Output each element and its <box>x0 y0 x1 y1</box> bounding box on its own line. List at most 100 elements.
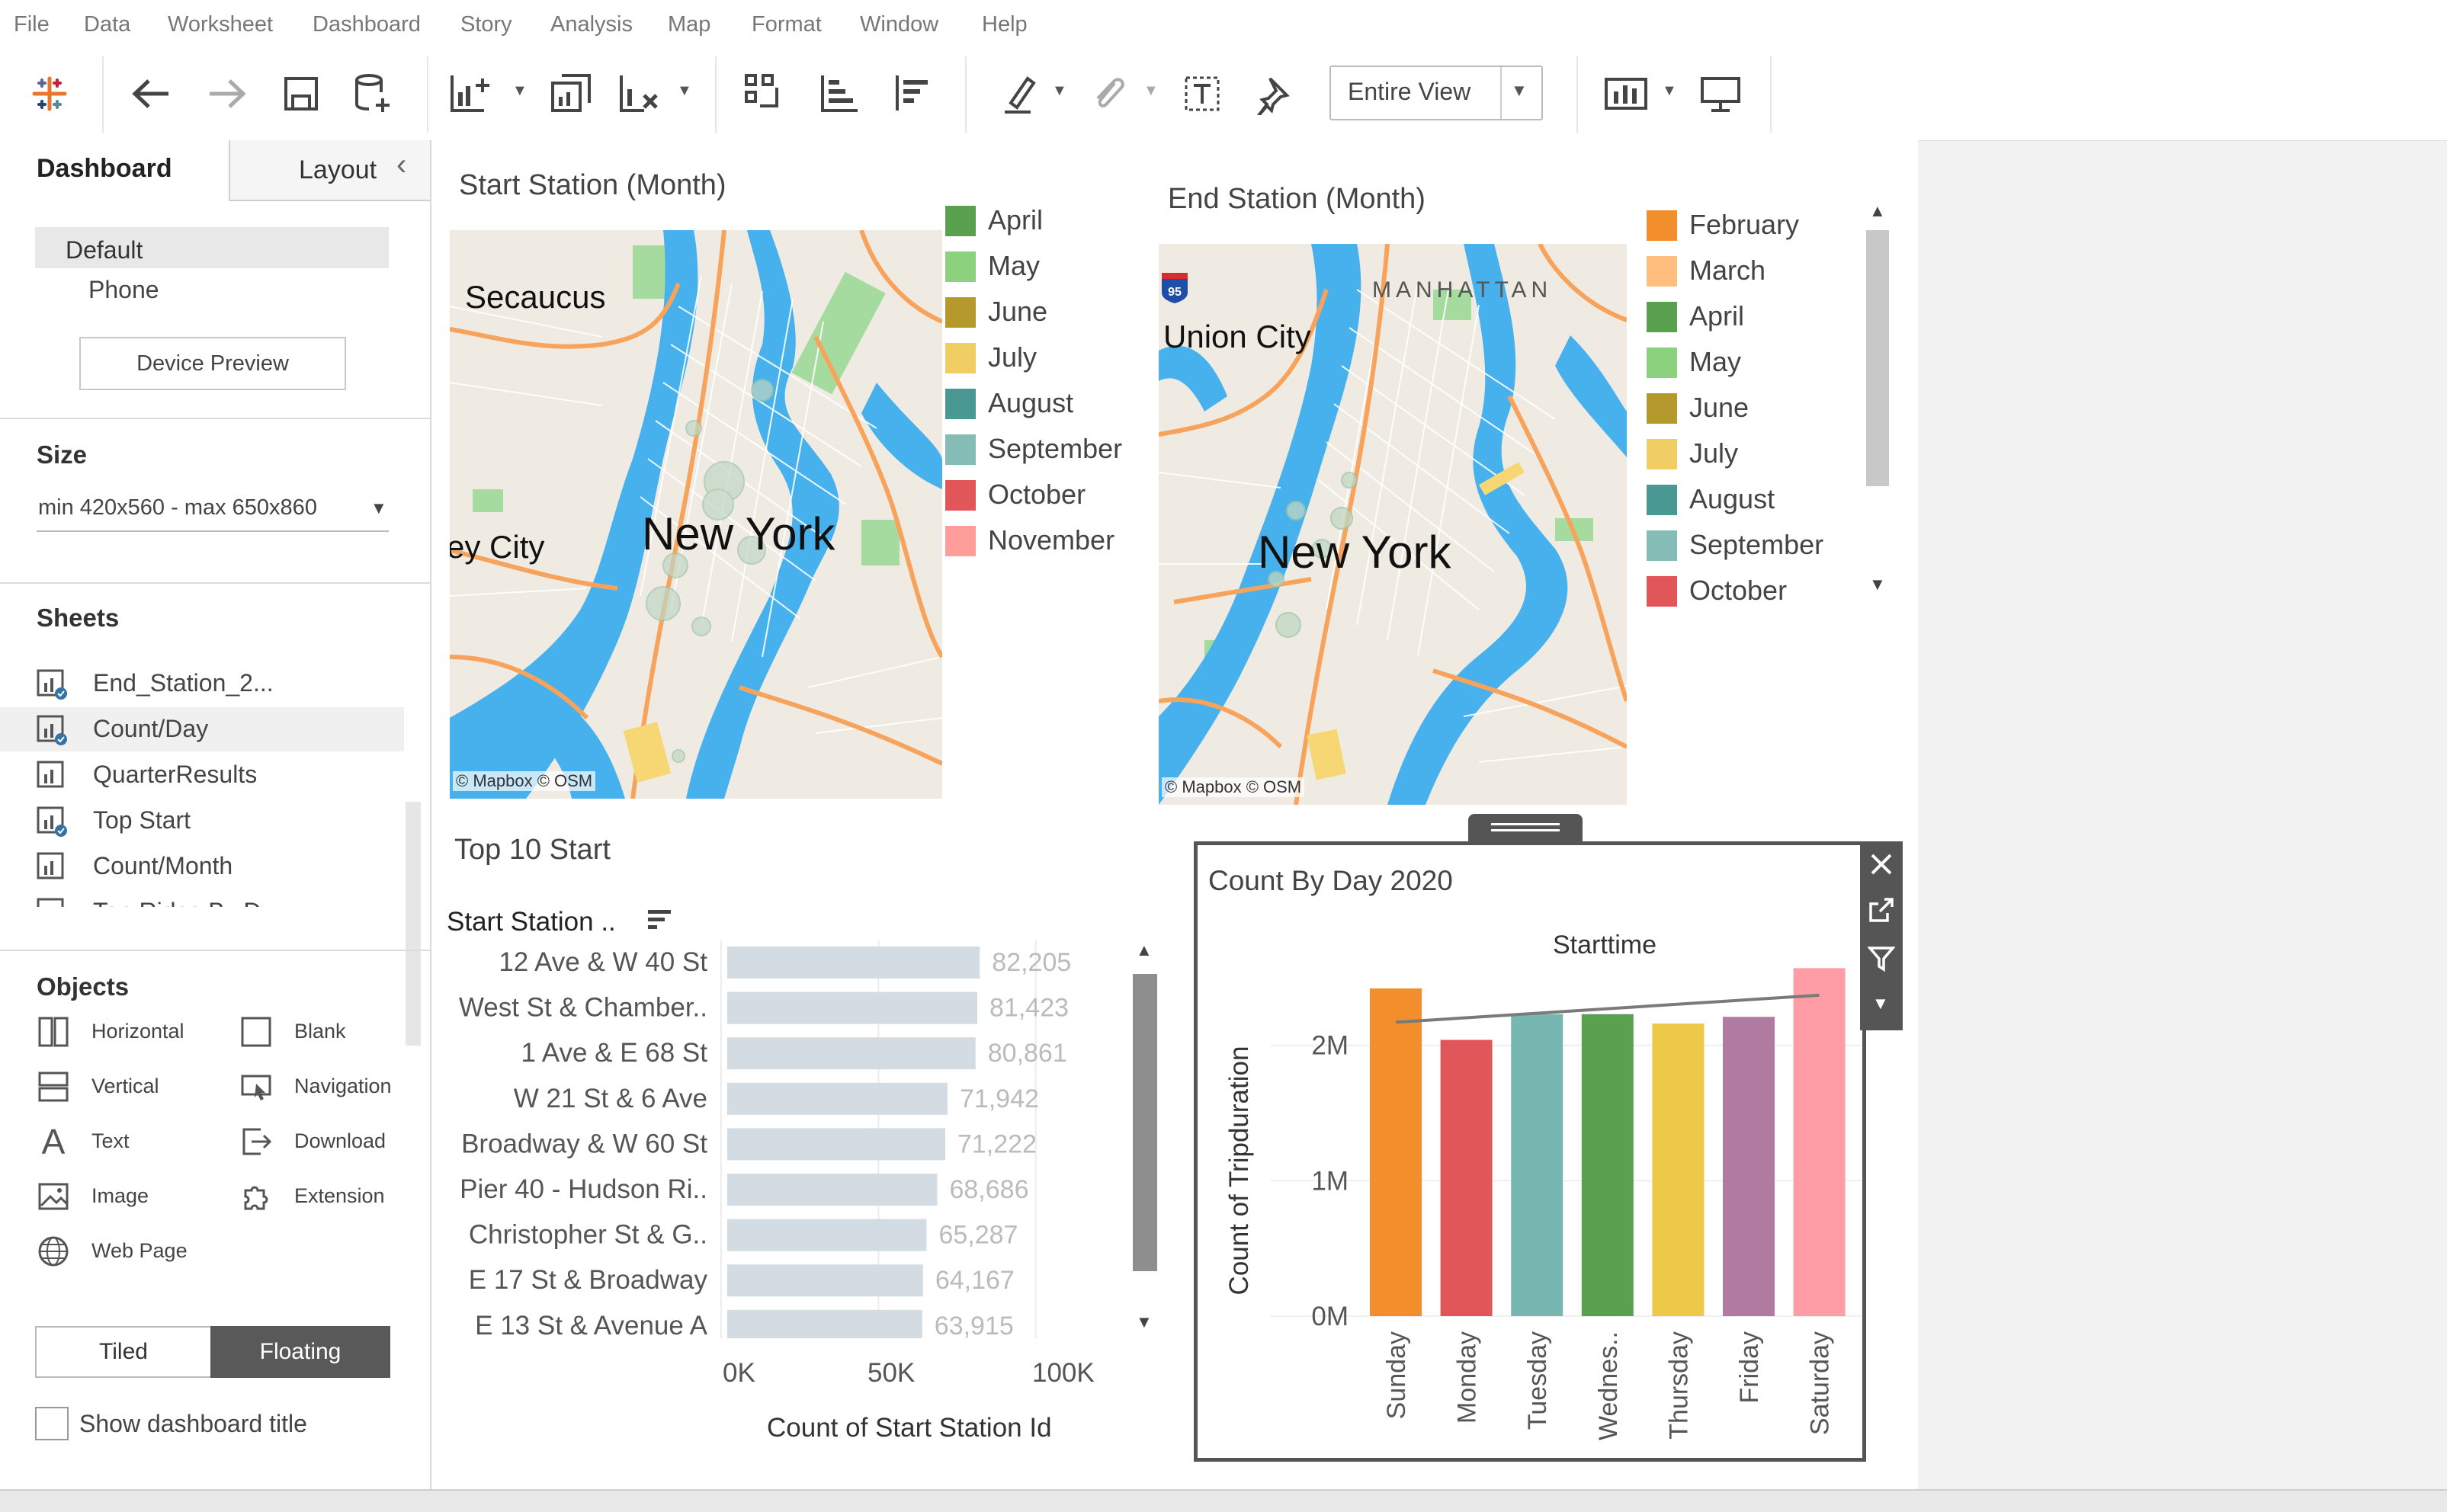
scroll-up-icon[interactable]: ▲ <box>1869 201 1886 221</box>
device-phone[interactable]: Phone <box>88 276 159 304</box>
toolbar: ▼ ▼ ▼ ▼ Entire View ▼ ▼ <box>0 49 2447 141</box>
bar <box>727 1128 945 1161</box>
object-label: Image <box>91 1184 149 1207</box>
top-start-scrollbar[interactable]: ▲ ▼ <box>1130 940 1160 1337</box>
sheet-item[interactable]: Count/Day <box>0 707 404 751</box>
clear-dropdown-icon[interactable]: ▼ <box>677 82 692 100</box>
legend-swatch <box>1647 530 1677 561</box>
object-blank[interactable]: Blank <box>239 1012 415 1050</box>
more-options-icon[interactable]: ▼ <box>1872 994 1889 1014</box>
start-station-map[interactable]: Secaucus New York ey City © Mapbox © OSM <box>450 230 942 799</box>
fit-dropdown[interactable]: Entire View ▼ <box>1329 66 1543 120</box>
object-vertical[interactable]: Vertical <box>37 1067 212 1105</box>
legend-swatch <box>945 480 976 511</box>
show-me-dropdown-icon[interactable]: ▼ <box>1662 82 1677 100</box>
back-arrow-icon[interactable] <box>125 66 178 122</box>
menu-window[interactable]: Window <box>860 12 938 37</box>
count-by-day-zone[interactable]: Count By Day 2020 Starttime 0M 1M 2M Count … <box>1194 841 1866 1462</box>
sheets-scrollbar[interactable] <box>406 802 421 1046</box>
highlight-dropdown-icon[interactable]: ▼ <box>1052 82 1067 100</box>
sheet-label: Top Start <box>93 806 191 834</box>
legend-scrollbar[interactable]: ▲ ▼ <box>1863 200 1892 604</box>
clear-sheet-icon[interactable] <box>613 66 666 122</box>
scroll-up-icon[interactable]: ▲ <box>1136 940 1153 960</box>
blank-icon <box>241 1017 271 1047</box>
sheet-item[interactable]: QuarterResults <box>0 753 404 797</box>
menu-story[interactable]: Story <box>460 12 512 37</box>
object-download[interactable]: Download <box>239 1122 422 1160</box>
y-tick-label: 2M <box>1311 1031 1349 1061</box>
scroll-down-icon[interactable]: ▼ <box>1869 575 1886 594</box>
end-station-map[interactable]: 95 MANHATTAN Union City New York © Mapbo… <box>1159 244 1627 805</box>
sort-ascending-icon[interactable] <box>813 66 866 122</box>
floating-toggle[interactable]: Floating <box>210 1326 390 1378</box>
menu-worksheet[interactable]: Worksheet <box>168 12 273 37</box>
go-to-sheet-icon[interactable] <box>1868 896 1895 924</box>
menu-file[interactable]: File <box>14 12 50 37</box>
object-label: Vertical <box>91 1075 159 1097</box>
save-icon[interactable] <box>274 66 328 122</box>
top-start-chart[interactable]: 12 Ave & W 40 St 82,205 West St & Chamber.… <box>445 940 1162 1338</box>
swap-rows-columns-icon[interactable] <box>738 66 791 122</box>
legend-swatch <box>1647 302 1677 332</box>
object-horizontal[interactable]: Horizontal <box>37 1012 212 1050</box>
menu-analysis[interactable]: Analysis <box>550 12 633 37</box>
object-image[interactable]: Image <box>37 1177 212 1215</box>
presentation-mode-icon[interactable] <box>1694 66 1747 122</box>
sort-icon[interactable] <box>645 907 675 934</box>
data-label: 82,205 <box>992 948 1071 977</box>
sheet-item-clipped[interactable]: Top Rides By D... <box>0 890 404 907</box>
object-navigation[interactable]: Navigation <box>239 1067 422 1105</box>
scroll-thumb[interactable] <box>1866 230 1889 486</box>
data-label: 65,287 <box>938 1221 1018 1250</box>
top-start-column-header[interactable]: Start Station .. <box>447 907 616 937</box>
forward-arrow-icon[interactable] <box>200 66 253 122</box>
object-extension[interactable]: Extension <box>239 1177 422 1215</box>
menu-bar: File Data Worksheet Dashboard Story Anal… <box>0 0 2447 49</box>
show-title-checkbox[interactable] <box>35 1407 69 1440</box>
group-members-icon[interactable] <box>1081 66 1134 122</box>
scroll-down-icon[interactable]: ▼ <box>1136 1312 1153 1332</box>
tiled-toggle[interactable]: Tiled <box>35 1326 212 1378</box>
x-tick-label: Monday <box>1453 1331 1482 1424</box>
tab-dashboard[interactable]: Dashboard <box>0 140 229 201</box>
filter-icon[interactable] <box>1868 945 1895 972</box>
new-data-source-icon[interactable] <box>346 66 399 122</box>
fix-axes-pin-icon[interactable] <box>1247 66 1300 122</box>
objects-title: Objects <box>37 972 130 1001</box>
object-web-page[interactable]: Web Page <box>37 1232 220 1270</box>
tableau-logo-icon[interactable] <box>23 66 76 122</box>
menu-data[interactable]: Data <box>84 12 130 37</box>
show-title-label: Show dashboard title <box>79 1410 307 1437</box>
close-icon[interactable] <box>1868 850 1895 878</box>
data-label: 63,915 <box>935 1312 1014 1338</box>
menu-dashboard[interactable]: Dashboard <box>313 12 421 37</box>
group-dropdown-icon[interactable]: ▼ <box>1143 82 1159 100</box>
object-text[interactable]: A Text <box>37 1122 212 1160</box>
menu-help[interactable]: Help <box>982 12 1028 37</box>
tab-layout[interactable]: Layout ‹ <box>229 140 430 201</box>
menu-format[interactable]: Format <box>752 12 822 37</box>
highlight-icon[interactable] <box>993 66 1046 122</box>
collapse-pane-icon[interactable]: ‹ <box>396 148 406 182</box>
device-default[interactable]: Default <box>35 227 389 268</box>
new-worksheet-dropdown-icon[interactable]: ▼ <box>512 82 528 100</box>
size-dropdown[interactable]: min 420x560 - max 650x860 ▼ <box>37 491 389 532</box>
show-me-icon[interactable] <box>1599 66 1653 122</box>
new-worksheet-icon[interactable] <box>444 66 497 122</box>
sheet-item[interactable]: End_Station_2... <box>0 662 404 706</box>
device-preview-button[interactable]: Device Preview <box>79 337 346 390</box>
scroll-thumb[interactable] <box>1133 974 1157 1271</box>
show-mark-labels-icon[interactable] <box>1175 66 1229 122</box>
sheet-item[interactable]: Count/Month <box>0 844 404 889</box>
sheet-item[interactable]: Top Start <box>0 799 404 843</box>
menu-map[interactable]: Map <box>668 12 710 37</box>
legend-label: May <box>988 250 1041 281</box>
top-start-plot: 12 Ave & W 40 St 82,205 West St & Chamber.… <box>459 940 1071 1338</box>
floating-drag-handle[interactable] <box>1468 814 1583 841</box>
data-label: 68,686 <box>949 1175 1028 1204</box>
sheets-title: Sheets <box>37 604 120 632</box>
sort-descending-icon[interactable] <box>887 66 941 122</box>
duplicate-sheet-icon[interactable] <box>544 66 598 122</box>
category-label: West St & Chamber.. <box>459 993 707 1023</box>
